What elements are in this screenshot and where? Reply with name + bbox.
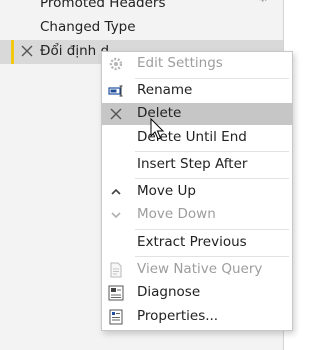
diagnose-icon <box>108 285 124 301</box>
mouse-cursor-icon <box>150 118 165 140</box>
step-label: Changed Type <box>40 19 136 35</box>
menu-item-label: Move Down <box>137 206 216 222</box>
menu-separator <box>135 78 289 79</box>
gear-icon[interactable] <box>256 0 270 3</box>
context-menu: Edit Settings Rename Delete Delete Until… <box>101 51 293 331</box>
menu-item-rename[interactable]: Rename <box>102 80 292 102</box>
menu-item-insert-step-after[interactable]: Insert Step After <box>102 154 292 176</box>
menu-item-diagnose[interactable]: Diagnose <box>102 282 292 304</box>
delete-step-icon[interactable] <box>20 44 34 58</box>
menu-item-delete-until-end[interactable]: Delete Until End <box>102 127 292 149</box>
menu-item-label: Extract Previous <box>137 234 247 250</box>
menu-item-label: Rename <box>137 82 193 98</box>
step-changed-type[interactable]: Changed Type <box>0 16 283 40</box>
menu-separator <box>135 256 289 257</box>
gear-icon <box>109 57 123 71</box>
menu-item-extract-previous[interactable]: Extract Previous <box>102 232 292 254</box>
menu-item-properties[interactable]: Properties... <box>102 306 292 328</box>
menu-item-move-up[interactable]: Move Up <box>102 181 292 203</box>
menu-item-edit-settings[interactable]: Edit Settings <box>102 53 292 75</box>
menu-item-label: Properties... <box>137 308 219 324</box>
menu-separator <box>135 151 289 152</box>
chevron-up-icon <box>111 188 121 195</box>
menu-separator <box>135 229 289 230</box>
menu-item-label: Edit Settings <box>137 55 223 71</box>
step-promoted-headers[interactable]: Promoted Headers <box>0 0 283 16</box>
menu-separator <box>135 178 289 179</box>
close-icon <box>110 108 122 120</box>
rename-icon <box>108 85 123 97</box>
document-icon <box>110 262 122 278</box>
menu-item-label: View Native Query <box>137 261 263 277</box>
properties-icon <box>109 309 123 325</box>
menu-item-label: Diagnose <box>137 284 201 300</box>
step-label: Promoted Headers <box>40 0 166 11</box>
chevron-down-icon <box>111 212 121 219</box>
menu-item-label: Insert Step After <box>137 156 248 172</box>
selection-accent <box>11 40 14 64</box>
menu-item-label: Move Up <box>137 183 196 199</box>
menu-item-view-native-query[interactable]: View Native Query <box>102 259 292 281</box>
menu-item-delete[interactable]: Delete <box>102 103 292 125</box>
menu-item-move-down[interactable]: Move Down <box>102 204 292 226</box>
